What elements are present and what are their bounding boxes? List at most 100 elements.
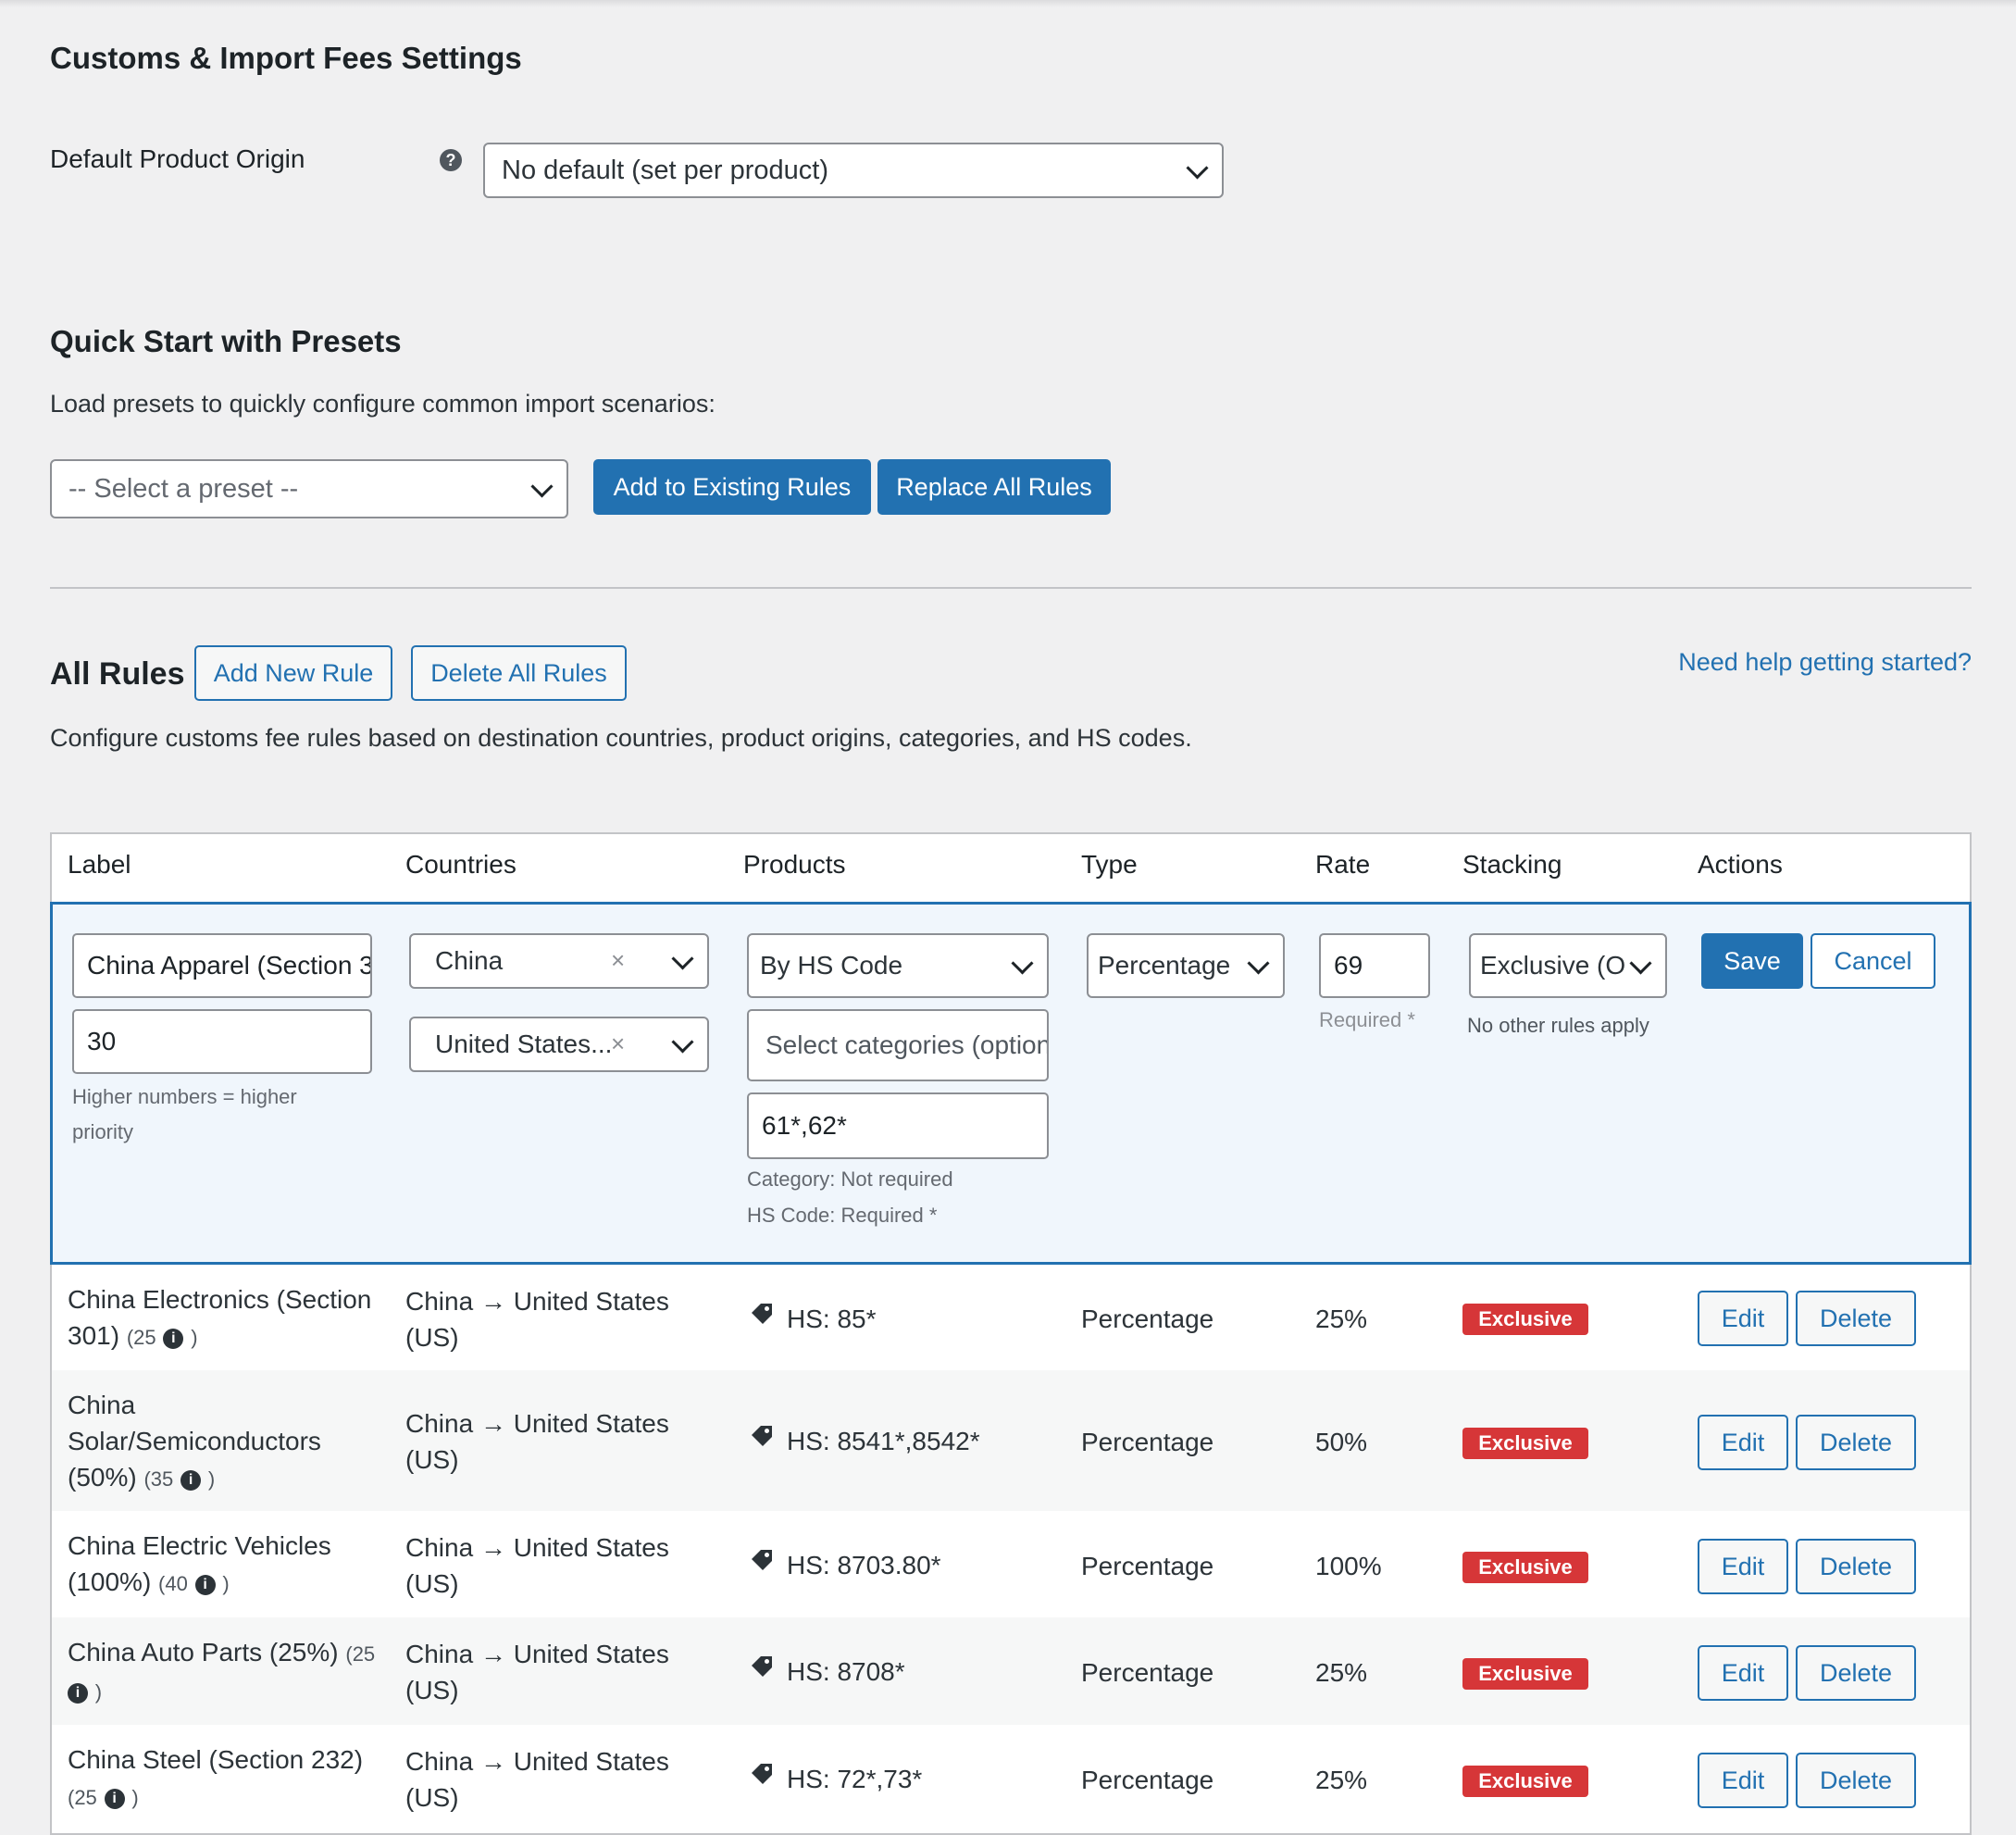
hs-note: HS Code: Required * [747,1204,938,1227]
rate-note: Required * [1319,1008,1415,1031]
header-rate: Rate [1315,850,1371,879]
tag-icon [752,1304,772,1324]
rule-label: China Steel (Section 232) (25 i ) [68,1745,364,1809]
rule-label: China Electronics (Section 301) (25 i ) [68,1285,372,1350]
priority-help: Higher numbers = higher [72,1085,297,1108]
chevron-down-icon [530,475,554,498]
rule-label: China Electric Vehicles (100%) (40 i ) [68,1531,331,1596]
stacking-note: No other rules apply [1467,1014,1649,1037]
help-getting-started-link[interactable]: Need help getting started? [1678,648,1972,677]
delete-button[interactable]: Delete [1796,1415,1916,1470]
divider [50,587,1972,589]
chevron-down-icon [1629,952,1652,975]
stacking-badge: Exclusive [1462,1658,1588,1690]
rule-label: China Solar/Semiconductors (50%) (35 i ) [68,1391,321,1492]
tag-icon [752,1656,772,1677]
stacking-select[interactable]: Exclusive (O [1469,933,1667,998]
table-row [52,1511,1970,1617]
destination-country-select[interactable]: United States... × [409,1017,709,1072]
rule-type: Percentage [1081,1428,1214,1456]
cancel-button[interactable]: Cancel [1811,933,1935,989]
presets-title: Quick Start with Presets [50,324,402,358]
presets-description: Load presets to quickly configure common… [50,390,716,418]
header-stacking: Stacking [1462,850,1562,879]
edit-button[interactable]: Edit [1698,1291,1788,1346]
rule-countries: China → United States (US) [405,1640,669,1704]
header-type: Type [1081,850,1138,879]
rate-input[interactable]: 69 [1319,933,1430,998]
rule-countries: China → United States (US) [405,1287,669,1352]
rule-type: Percentage [1081,1766,1214,1794]
tag-icon [752,1764,772,1784]
info-icon[interactable]: i [194,1575,216,1595]
preset-select[interactable]: -- Select a preset -- [50,459,568,518]
header-products: Products [743,850,846,879]
rule-products: HS: 72*,73* [787,1765,923,1793]
delete-button[interactable]: Delete [1796,1539,1916,1594]
hs-codes-input[interactable]: 61*,62* [747,1092,1049,1159]
edit-button[interactable]: Edit [1698,1753,1788,1808]
header-label: Label [68,850,131,879]
edit-button[interactable]: Edit [1698,1539,1788,1594]
tag-icon [752,1550,772,1570]
info-icon[interactable]: i [104,1789,125,1809]
add-to-existing-rules-button[interactable]: Add to Existing Rules [593,459,871,515]
info-icon[interactable]: i [180,1470,202,1491]
tag-icon [752,1426,772,1446]
category-note: Category: Not required [747,1167,953,1191]
rule-products: HS: 8703.80* [787,1551,941,1579]
priority-help-2: priority [72,1120,134,1143]
delete-all-rules-button[interactable]: Delete All Rules [411,645,627,701]
rule-rate: 25% [1315,1766,1368,1794]
type-select[interactable]: Percentage [1087,933,1285,998]
rule-products: HS: 8708* [787,1657,905,1686]
delete-button[interactable]: Delete [1796,1645,1916,1701]
stacking-badge: Exclusive [1462,1766,1588,1797]
type-value: Percentage [1098,951,1231,980]
header-actions: Actions [1698,850,1783,879]
info-icon[interactable]: i [163,1329,184,1349]
rule-type: Percentage [1081,1552,1214,1580]
stacking-badge: Exclusive [1462,1552,1588,1583]
rule-products: HS: 85* [787,1304,877,1333]
chevron-down-icon [671,947,694,970]
destination-country-value: United States... [435,1030,613,1058]
origin-country-select[interactable]: China × [409,933,709,989]
add-new-rule-button[interactable]: Add New Rule [194,645,392,701]
edit-button[interactable]: Edit [1698,1645,1788,1701]
categories-input[interactable]: Select categories (option [747,1009,1049,1081]
help-icon[interactable]: ? [440,149,462,171]
rule-type: Percentage [1081,1658,1214,1687]
chevron-down-icon [1011,952,1034,975]
rule-products: HS: 8541*,8542* [787,1427,980,1455]
page-title: Customs & Import Fees Settings [50,41,522,75]
rule-type: Percentage [1081,1304,1214,1333]
info-icon[interactable]: i [68,1683,88,1704]
origin-select[interactable]: No default (set per product) [483,143,1224,198]
clear-icon[interactable]: × [611,1030,625,1058]
priority-input[interactable]: 30 [72,1009,372,1074]
products-mode-value: By HS Code [760,951,903,980]
preset-select-value: -- Select a preset -- [68,473,299,504]
origin-label: Default Product Origin [50,144,305,173]
delete-button[interactable]: Delete [1796,1291,1916,1346]
edit-button[interactable]: Edit [1698,1415,1788,1470]
rule-label-input[interactable]: China Apparel (Section 3 [72,933,372,998]
replace-all-rules-button[interactable]: Replace All Rules [877,459,1111,515]
rules-description: Configure customs fee rules based on des… [50,724,1192,752]
table-row [52,1370,1970,1511]
origin-country-value: China [435,946,504,975]
stacking-value: Exclusive (O [1480,951,1626,980]
save-button[interactable]: Save [1701,933,1803,989]
header-countries: Countries [405,850,516,879]
products-mode-select[interactable]: By HS Code [747,933,1049,998]
clear-icon[interactable]: × [611,946,625,975]
origin-select-value: No default (set per product) [502,155,829,185]
chevron-down-icon [1247,952,1270,975]
chevron-down-icon [1186,156,1209,180]
rule-rate: 50% [1315,1428,1368,1456]
stacking-badge: Exclusive [1462,1428,1588,1459]
rule-countries: China → United States (US) [405,1533,669,1598]
delete-button[interactable]: Delete [1796,1753,1916,1808]
rule-rate: 25% [1315,1658,1368,1687]
